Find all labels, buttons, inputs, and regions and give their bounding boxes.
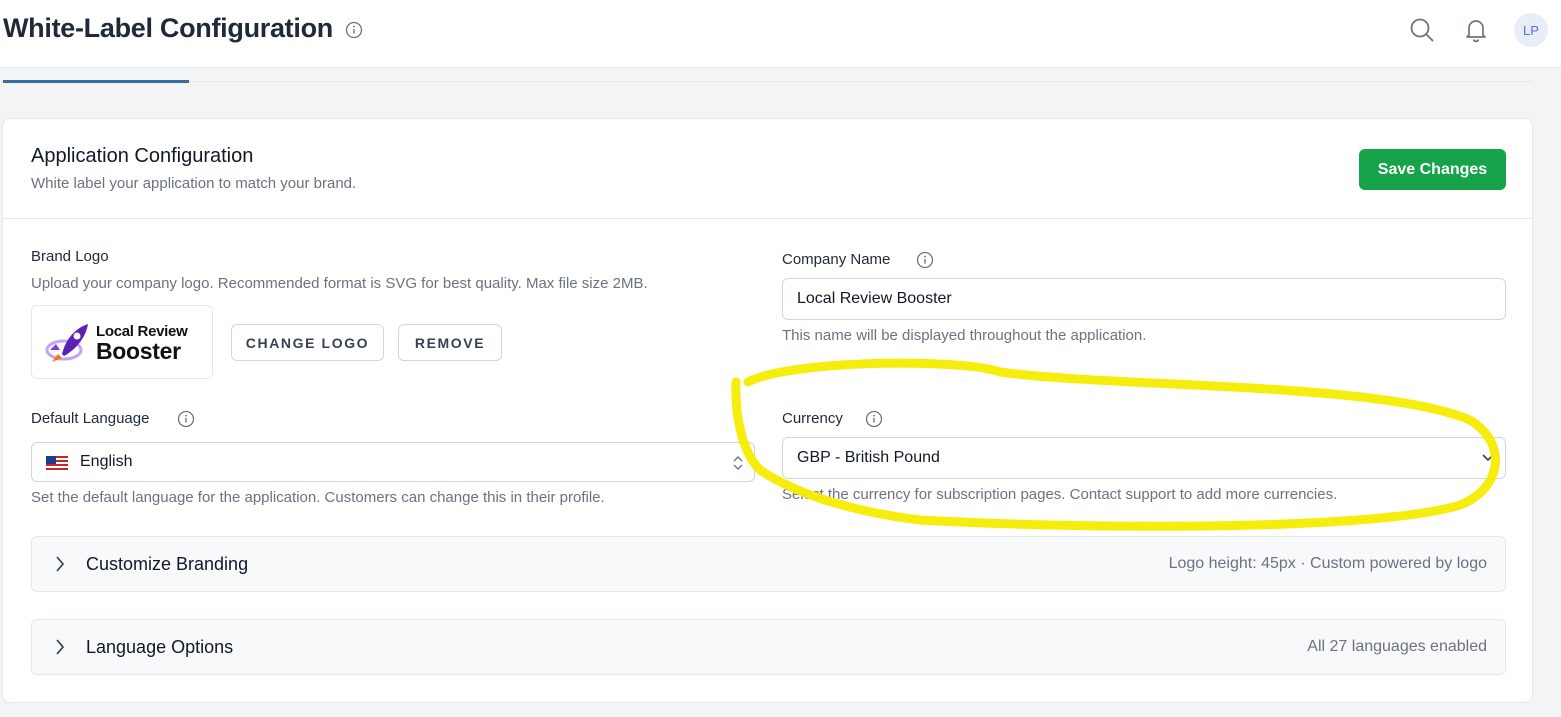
active-tab-indicator [3, 80, 189, 83]
currency-select[interactable]: GBP - British Pound [782, 437, 1506, 479]
save-changes-button[interactable]: Save Changes [1359, 149, 1506, 190]
accordion-meta: All 27 languages enabled [1307, 638, 1487, 655]
accordion-title: Customize Branding [86, 554, 249, 574]
page-title: White-Label Configuration [3, 13, 333, 43]
remove-logo-button[interactable]: REMOVE [398, 324, 502, 361]
card-header: Application Configuration White label yo… [3, 119, 1532, 219]
currency-value: GBP - British Pound [797, 449, 940, 466]
chevron-down-icon [1482, 454, 1494, 462]
accordion-meta: Logo height: 45px · Custom powered by lo… [1168, 555, 1487, 572]
avatar[interactable]: LP [1514, 13, 1548, 47]
bell-icon[interactable] [1462, 16, 1490, 44]
application-configuration-card: Application Configuration White label yo… [2, 118, 1533, 703]
brand-logo-label: Brand Logo [31, 248, 109, 265]
accordion-customize-branding[interactable]: Customize Branding Logo height: 45px · C… [31, 536, 1506, 592]
default-language-select[interactable]: English [31, 442, 755, 482]
us-flag-icon [46, 456, 68, 470]
updown-chevron-icon [733, 456, 743, 470]
card-subtitle: White label your application to match yo… [31, 175, 357, 192]
currency-help: Select the currency for subscription pag… [782, 486, 1338, 503]
info-icon[interactable] [865, 410, 883, 428]
default-language-value: English [80, 453, 133, 470]
company-logo: Local Review Booster [42, 316, 202, 370]
info-icon[interactable] [345, 21, 363, 39]
default-language-label: Default Language [31, 410, 150, 427]
currency-label: Currency [782, 410, 843, 427]
info-icon[interactable] [916, 251, 934, 269]
chevron-right-icon [56, 556, 65, 572]
company-name-label: Company Name [782, 251, 891, 268]
chevron-right-icon [56, 639, 65, 655]
default-language-help: Set the default language for the applica… [31, 489, 605, 506]
company-name-input[interactable]: Local Review Booster [782, 278, 1506, 320]
accordion-title: Language Options [86, 637, 234, 657]
change-logo-button[interactable]: CHANGE LOGO [231, 324, 384, 361]
top-bar: White-Label Configuration LP [0, 0, 1561, 68]
card-title: Application Configuration [31, 145, 254, 167]
logo-text-line2: Booster [96, 338, 181, 364]
accordion-language-options[interactable]: Language Options All 27 languages enable… [31, 619, 1506, 675]
info-icon[interactable] [177, 410, 195, 428]
rocket-logo-icon [45, 324, 88, 362]
brand-logo-help: Upload your company logo. Recommended fo… [31, 275, 648, 292]
tab-divider [0, 81, 1532, 82]
logo-preview: Local Review Booster [31, 305, 213, 379]
company-name-help: This name will be displayed throughout t… [782, 327, 1147, 344]
search-icon[interactable] [1408, 16, 1436, 44]
